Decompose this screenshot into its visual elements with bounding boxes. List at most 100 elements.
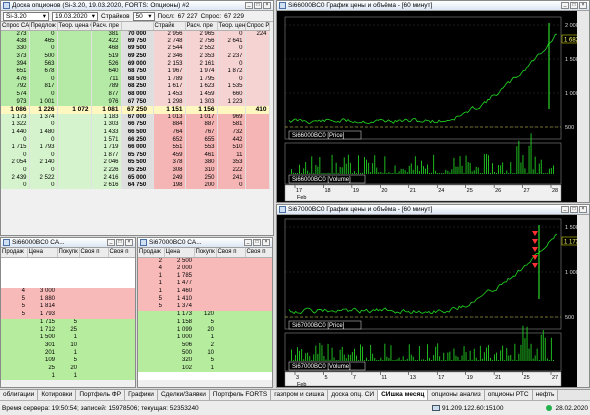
table-cell[interactable] xyxy=(57,37,92,46)
table-cell[interactable]: 5 xyxy=(138,303,164,311)
strike-cell[interactable]: 66 500 xyxy=(121,128,154,137)
col-header[interactable]: Своя п xyxy=(245,248,272,258)
table-cell[interactable]: 1 156 xyxy=(185,105,218,114)
option-board-row[interactable]: 973 1 001 976 67 750 1 298 1 303 1 223 xyxy=(1,98,270,106)
table-cell[interactable] xyxy=(217,105,246,114)
orderbook-row[interactable]: 11 785 xyxy=(138,272,272,281)
table-cell[interactable]: 1 623 xyxy=(185,83,218,91)
table-cell[interactable] xyxy=(1,318,27,327)
table-cell[interactable] xyxy=(57,159,92,167)
table-cell[interactable]: 380 xyxy=(185,159,218,167)
table-cell[interactable] xyxy=(138,333,164,342)
table-cell[interactable] xyxy=(245,280,272,288)
orderbook-row[interactable]: 1 158 5 xyxy=(138,318,272,327)
table-cell[interactable] xyxy=(108,280,135,288)
table-cell[interactable] xyxy=(216,349,245,357)
table-cell[interactable] xyxy=(245,83,270,91)
table-cell[interactable] xyxy=(108,264,135,273)
table-cell[interactable] xyxy=(194,264,216,273)
table-cell[interactable] xyxy=(1,264,27,273)
table-cell[interactable]: 581 xyxy=(217,121,246,129)
chart-scrollbar[interactable] xyxy=(577,11,589,202)
workspace-tab[interactable]: доска опц. СИ xyxy=(328,390,379,400)
maximize-icon[interactable]: □ xyxy=(253,239,261,246)
table-cell[interactable] xyxy=(57,166,92,175)
col-header[interactable]: Теор. цена CALL xyxy=(57,22,92,31)
table-cell[interactable]: 1 974 xyxy=(185,67,218,76)
table-cell[interactable] xyxy=(245,143,270,152)
table-cell[interactable]: 468 xyxy=(91,45,122,53)
table-cell[interactable] xyxy=(245,174,270,182)
option-board-row[interactable]: 273 0 381 70 000 2 956 2 965 0 224 xyxy=(1,30,270,38)
table-cell[interactable]: 2 046 xyxy=(91,159,122,167)
table-cell[interactable]: 200 xyxy=(185,181,218,190)
table-cell[interactable] xyxy=(1,356,27,365)
table-cell[interactable]: 789 xyxy=(91,83,122,91)
table-cell[interactable] xyxy=(1,257,27,265)
table-cell[interactable]: 651 xyxy=(1,67,30,76)
table-cell[interactable]: 1 xyxy=(194,364,216,373)
table-cell[interactable]: 249 xyxy=(153,174,186,182)
table-cell[interactable] xyxy=(57,52,92,61)
close-icon[interactable]: × xyxy=(579,206,587,213)
table-cell[interactable]: 410 xyxy=(245,105,270,114)
col-header[interactable]: Цена xyxy=(27,248,58,258)
close-icon[interactable]: × xyxy=(125,239,133,246)
table-cell[interactable]: 1 xyxy=(138,272,164,281)
table-cell[interactable] xyxy=(79,341,108,350)
col-header[interactable]: Своя п xyxy=(79,248,109,258)
table-cell[interactable]: 2 616 xyxy=(91,181,122,190)
table-cell[interactable] xyxy=(138,364,164,373)
table-cell[interactable]: 2 237 xyxy=(217,52,246,61)
table-cell[interactable]: 1 880 xyxy=(27,295,57,304)
workspace-tab[interactable]: Портфель FORTS xyxy=(209,390,272,400)
col-header[interactable]: Теор. цена PUT xyxy=(217,22,246,31)
table-cell[interactable] xyxy=(1,341,27,350)
table-cell[interactable] xyxy=(245,303,272,311)
table-cell[interactable] xyxy=(216,280,245,288)
table-cell[interactable] xyxy=(194,257,216,265)
table-cell[interactable] xyxy=(1,372,27,380)
table-cell[interactable] xyxy=(79,356,108,365)
table-cell[interactable] xyxy=(27,257,57,265)
orderbook-row[interactable]: 500 10 xyxy=(138,349,272,357)
table-cell[interactable]: 1 715 xyxy=(1,143,30,152)
table-cell[interactable]: 0 xyxy=(29,166,58,175)
table-cell[interactable] xyxy=(245,45,270,53)
table-cell[interactable]: 2 140 xyxy=(29,159,58,167)
chart-2-area[interactable]: 1 500 1 000 500 1 173 Si67000BC0 [Price] Si67… xyxy=(277,215,589,387)
table-cell[interactable]: 1 322 xyxy=(1,121,30,129)
table-cell[interactable]: 1 967 xyxy=(153,67,186,76)
option-board-row[interactable]: 1 173 1 374 1 183 67 000 1 013 1 017 969 xyxy=(1,113,270,122)
table-cell[interactable]: 1 013 xyxy=(153,113,186,122)
table-cell[interactable]: 1 xyxy=(138,287,164,296)
table-cell[interactable] xyxy=(245,151,270,160)
close-icon[interactable]: × xyxy=(262,239,270,246)
table-cell[interactable] xyxy=(57,30,92,38)
expiry-select[interactable]: 19.03.2020 ▾ xyxy=(52,11,98,21)
table-cell[interactable] xyxy=(194,272,216,281)
table-cell[interactable]: 1 xyxy=(27,372,57,380)
table-cell[interactable]: 510 xyxy=(217,143,246,152)
orderbook-row[interactable]: 109 5 xyxy=(1,356,135,365)
option-board-row[interactable]: 1 715 1 793 1 719 66 000 551 553 510 xyxy=(1,143,270,152)
table-cell[interactable]: 976 xyxy=(91,98,122,106)
workspace-tab[interactable]: Портфель ФР xyxy=(76,390,126,400)
table-cell[interactable] xyxy=(216,272,245,281)
strike-cell[interactable]: 65 000 xyxy=(121,174,154,182)
table-cell[interactable]: 1 151 xyxy=(153,105,186,114)
col-header[interactable]: Продаж xyxy=(138,248,165,258)
table-cell[interactable]: 2 353 xyxy=(185,52,218,61)
table-cell[interactable]: 1 086 xyxy=(1,105,30,114)
orderbook-row[interactable]: 1 000 1 xyxy=(138,333,272,342)
table-cell[interactable]: 5 xyxy=(194,356,216,365)
orderbook-row[interactable]: 1 099 20 xyxy=(138,326,272,334)
table-cell[interactable]: 678 xyxy=(29,67,58,76)
col-header[interactable]: Спрос CALL xyxy=(1,22,30,31)
table-cell[interactable]: 1 795 xyxy=(185,75,218,84)
table-cell[interactable]: 2 xyxy=(138,257,164,265)
table-cell[interactable]: 1 173 xyxy=(164,310,194,319)
maximize-icon[interactable]: □ xyxy=(570,2,578,9)
table-cell[interactable]: 198 xyxy=(153,181,186,190)
table-cell[interactable]: 0 xyxy=(217,30,246,38)
